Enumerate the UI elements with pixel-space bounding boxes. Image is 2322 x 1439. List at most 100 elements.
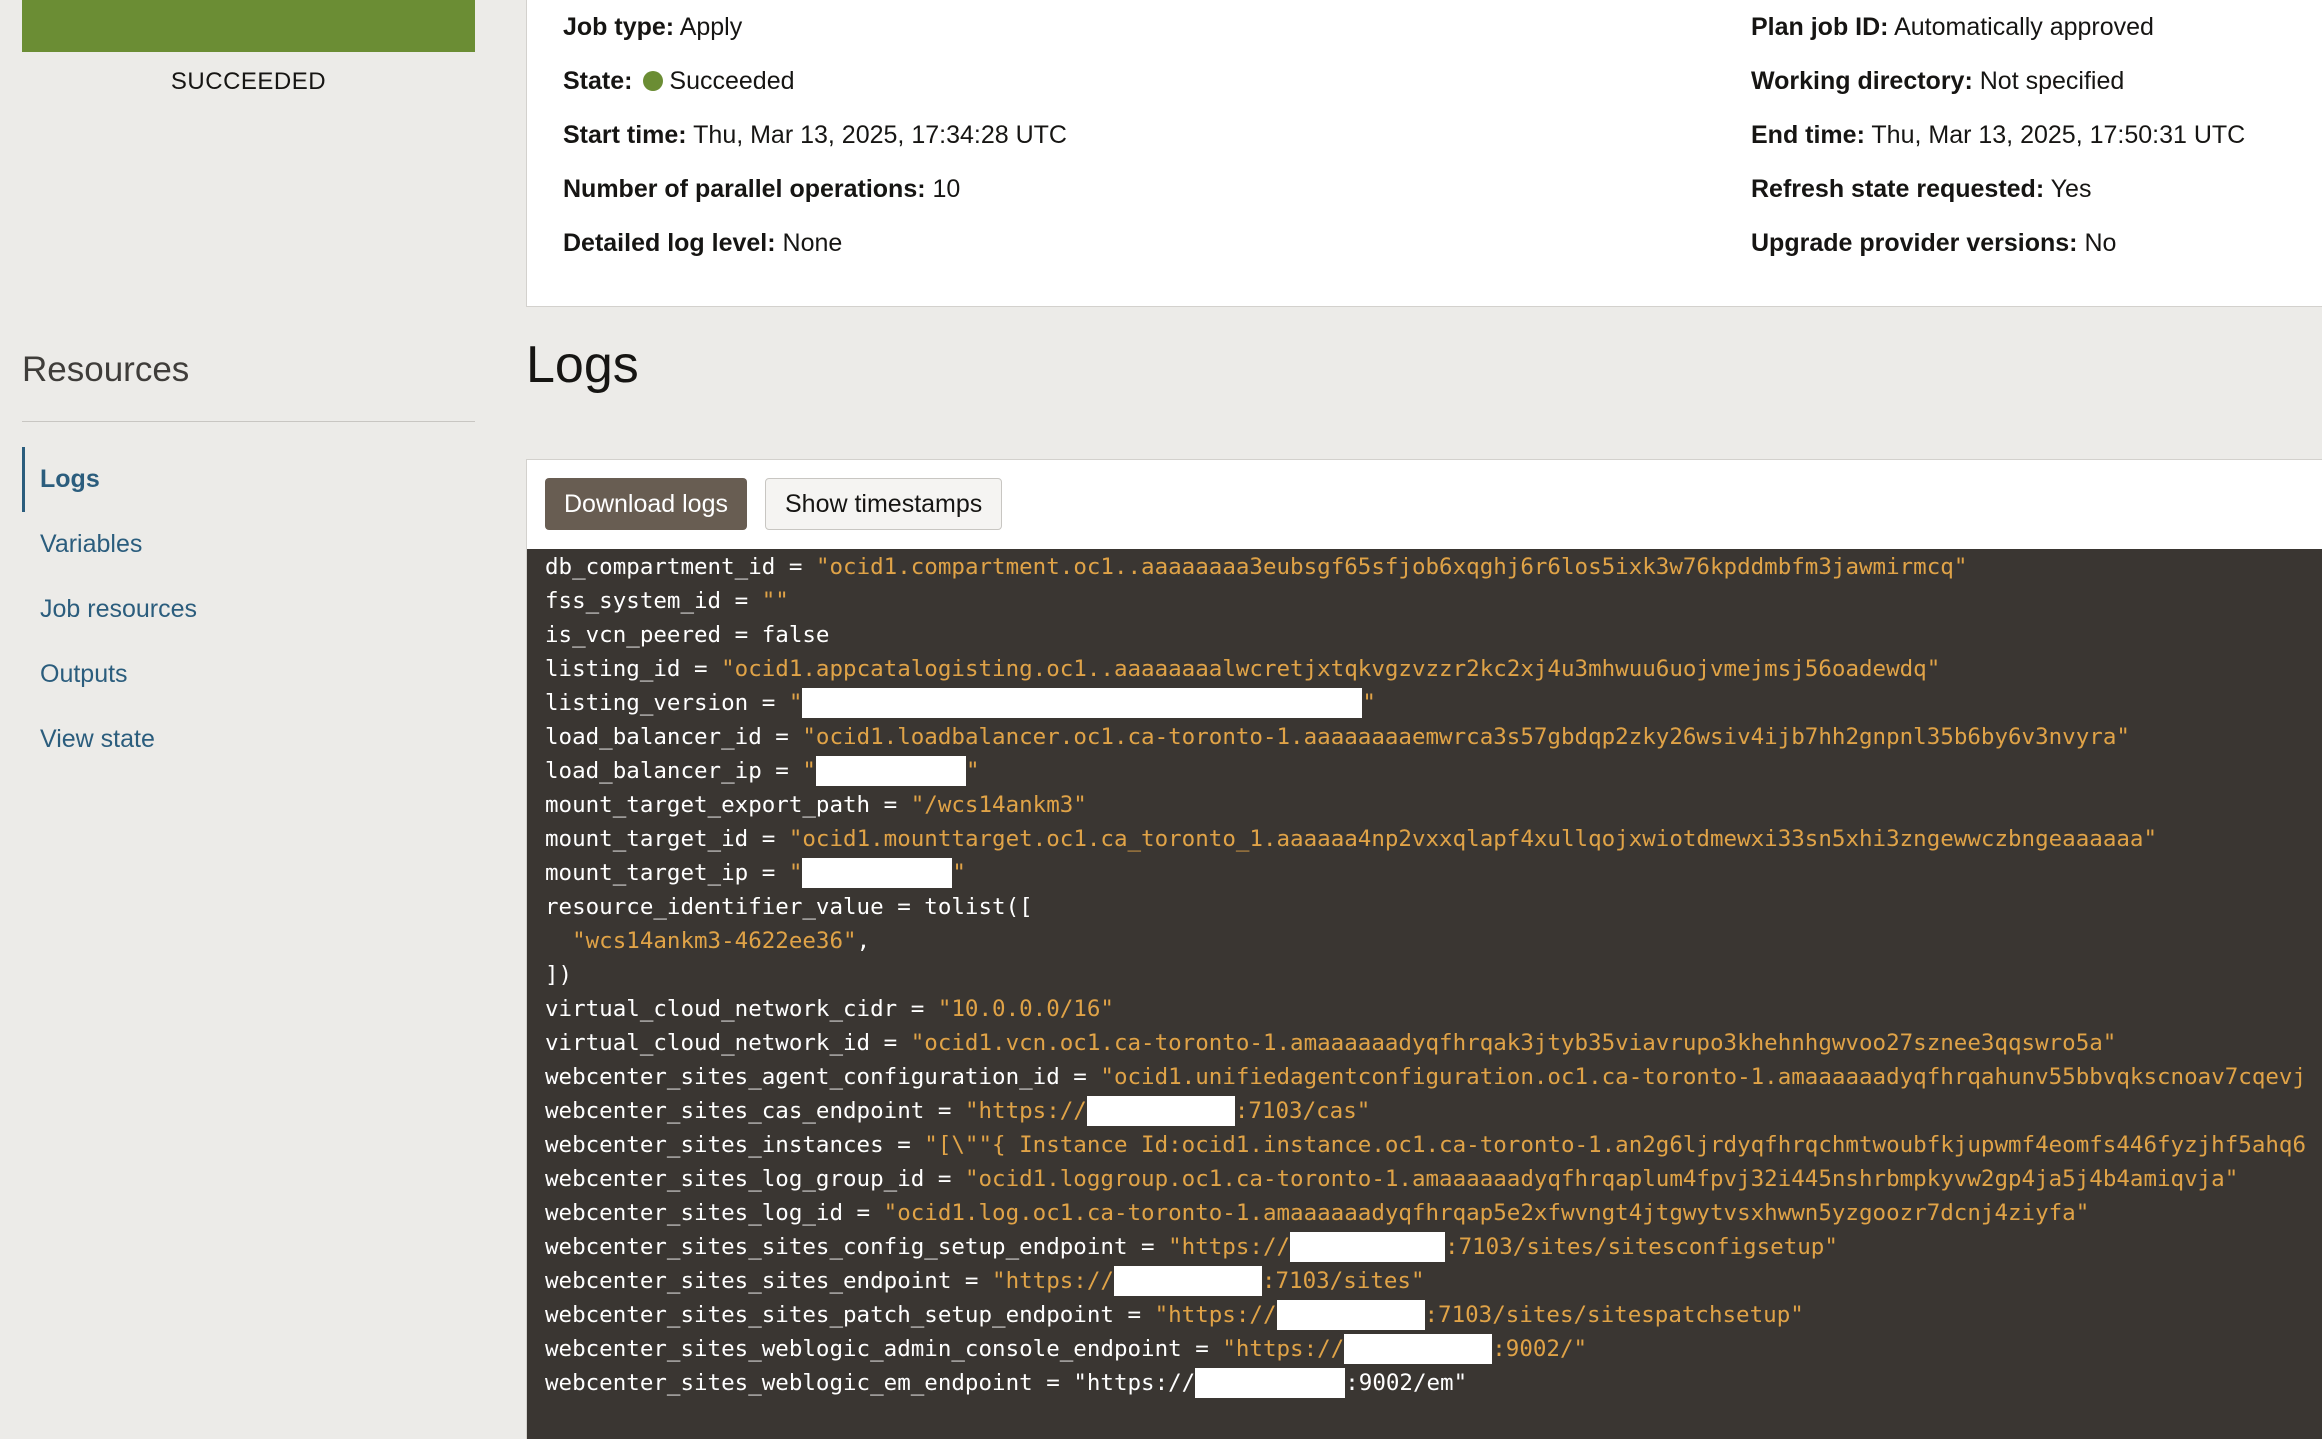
log-line: "wcs14ankm3-4622ee36",	[545, 924, 870, 958]
log-string-value: "wcs14ankm3-4622ee36"	[572, 928, 857, 954]
detail-end-time: End time: Thu, Mar 13, 2025, 17:50:31 UT…	[1751, 121, 2246, 149]
log-string-value: :7103/sites"	[1261, 1268, 1425, 1294]
state-succeeded-icon	[643, 71, 664, 91]
log-string-value: :7103/sites/sitespatchsetup"	[1424, 1302, 1804, 1328]
nav-item-outputs[interactable]: Outputs	[22, 642, 475, 707]
log-key: load_balancer_id =	[545, 724, 803, 750]
log-key: is_vcn_peered = false	[545, 622, 830, 648]
log-line: fss_system_id = ""	[545, 584, 789, 618]
log-key: listing_version =	[545, 690, 789, 716]
logs-heading: Logs	[526, 336, 639, 394]
redacted-value	[802, 858, 953, 888]
log-text: :9002/em"	[1345, 1370, 1468, 1396]
nav-item-job-resources[interactable]: Job resources	[22, 577, 475, 642]
log-string-value: "ocid1.mounttarget.oc1.ca_toronto_1.aaaa…	[788, 826, 2158, 852]
log-line: webcenter_sites_instances = "[\""{ Insta…	[545, 1128, 2306, 1162]
log-key: db_compartment_id =	[545, 554, 816, 580]
log-line: load_balancer_ip = " "	[545, 754, 979, 788]
resources-title: Resources	[22, 350, 190, 389]
logs-panel: Download logs Show timestamps db_compart…	[526, 459, 2322, 1439]
redacted-value	[802, 688, 1363, 718]
log-key: mount_target_ip =	[545, 860, 789, 886]
log-string-value: "10.0.0.0/16"	[937, 996, 1114, 1022]
log-key: webcenter_sites_log_group_id =	[545, 1166, 965, 1192]
log-text: "https://	[1073, 1370, 1196, 1396]
log-string-value: "	[952, 860, 966, 886]
log-string-value: "ocid1.loggroup.oc1.ca-toronto-1.amaaaaa…	[964, 1166, 2239, 1192]
detail-job-type: Job type: Apply	[563, 13, 743, 41]
log-line: db_compartment_id = "ocid1.compartment.o…	[545, 550, 1967, 584]
show-timestamps-button[interactable]: Show timestamps	[765, 478, 1003, 530]
log-string-value: "https://	[1154, 1302, 1277, 1328]
log-string-value: :7103/cas"	[1234, 1098, 1371, 1124]
log-key: webcenter_sites_sites_endpoint =	[545, 1268, 993, 1294]
log-line: resource_identifier_value = tolist([	[545, 890, 1033, 924]
log-string-value: "https://	[1222, 1336, 1345, 1362]
log-string-value: "https://	[992, 1268, 1114, 1294]
redacted-value	[1276, 1300, 1425, 1330]
redacted-value	[1195, 1368, 1346, 1398]
log-line: webcenter_sites_log_group_id = "ocid1.lo…	[545, 1162, 2238, 1196]
log-line: listing_id = "ocid1.appcatalogisting.oc1…	[545, 652, 1940, 686]
log-string-value: "	[788, 860, 803, 886]
log-console[interactable]: db_compartment_id = "ocid1.compartment.o…	[527, 549, 2322, 1439]
log-key: webcenter_sites_sites_config_setup_endpo…	[545, 1234, 1169, 1260]
log-key: listing_id =	[545, 656, 722, 682]
detail-start-time: Start time: Thu, Mar 13, 2025, 17:34:28 …	[563, 121, 1067, 149]
log-string-value: "	[965, 758, 980, 784]
log-key: virtual_cloud_network_id =	[545, 1030, 911, 1056]
nav-item-logs[interactable]: Logs	[22, 447, 475, 512]
log-string-value: "	[1362, 690, 1376, 716]
log-string-value: "ocid1.loadbalancer.oc1.ca-toronto-1.aaa…	[802, 724, 2130, 750]
log-key: virtual_cloud_network_cidr =	[545, 996, 938, 1022]
log-key: webcenter_sites_agent_configuration_id =	[545, 1064, 1101, 1090]
log-line: is_vcn_peered = false	[545, 618, 829, 652]
redacted-value	[1290, 1232, 1446, 1262]
log-string-value: "https://	[964, 1098, 1087, 1124]
log-line: mount_target_ip = " "	[545, 856, 966, 890]
resources-nav: Logs Variables Job resources Outputs Vie…	[22, 447, 475, 772]
log-line: load_balancer_id = "ocid1.loadbalancer.o…	[545, 720, 2130, 754]
log-string-value: "https://	[1168, 1234, 1291, 1260]
detail-plan-job-id: Plan job ID: Automatically approved	[1751, 13, 2154, 41]
detail-state: State: Succeeded	[563, 67, 795, 95]
resources-divider	[22, 421, 475, 422]
log-key: webcenter_sites_cas_endpoint =	[545, 1098, 965, 1124]
detail-working-dir: Working directory: Not specified	[1751, 67, 2125, 95]
log-key: webcenter_sites_weblogic_em_endpoint =	[545, 1370, 1074, 1396]
log-string-value: "ocid1.vcn.oc1.ca-toronto-1.amaaaaaadyqf…	[910, 1030, 2117, 1056]
log-line: webcenter_sites_log_id = "ocid1.log.oc1.…	[545, 1196, 2089, 1230]
log-line: webcenter_sites_weblogic_em_endpoint = "…	[545, 1366, 1467, 1400]
detail-refresh-state: Refresh state requested: Yes	[1751, 175, 2092, 203]
redacted-value	[1344, 1334, 1493, 1364]
log-key: webcenter_sites_instances =	[545, 1132, 925, 1158]
log-key: fss_system_id =	[545, 588, 762, 614]
log-string-value: "[\""{ Instance Id:ocid1.instance.oc1.ca…	[924, 1132, 2307, 1158]
log-string-value: :7103/sites/sitesconfigsetup"	[1445, 1234, 1838, 1260]
nav-item-variables[interactable]: Variables	[22, 512, 475, 577]
log-line: listing_version = " "	[545, 686, 1376, 720]
log-string-value: ""	[761, 588, 789, 614]
log-string-value: "	[788, 690, 803, 716]
log-string-value: "ocid1.unifiedagentconfiguration.oc1.ca-…	[1100, 1064, 2307, 1090]
redacted-value	[815, 756, 966, 786]
log-key: load_balancer_ip =	[545, 758, 803, 784]
log-key: resource_identifier_value = tolist([	[545, 894, 1033, 920]
download-logs-button[interactable]: Download logs	[545, 478, 747, 530]
log-string-value: "ocid1.compartment.oc1..aaaaaaaa3eubsgf6…	[815, 554, 1968, 580]
log-key: webcenter_sites_weblogic_admin_console_e…	[545, 1336, 1223, 1362]
log-text: ,	[856, 928, 871, 954]
log-key: ])	[545, 962, 573, 988]
log-line: mount_target_export_path = "/wcs14ankm3"	[545, 788, 1087, 822]
job-details-panel: Job type: Apply State: Succeeded Start t…	[526, 0, 2322, 307]
nav-item-view-state[interactable]: View state	[22, 707, 475, 772]
log-line: ])	[545, 958, 572, 992]
log-line: webcenter_sites_agent_configuration_id =…	[545, 1060, 2306, 1094]
detail-parallel-ops: Number of parallel operations: 10	[563, 175, 961, 203]
log-line: mount_target_id = "ocid1.mounttarget.oc1…	[545, 822, 2157, 856]
log-string-value: "/wcs14ankm3"	[910, 792, 1087, 818]
job-status-label: SUCCEEDED	[170, 68, 327, 95]
redacted-value	[1086, 1096, 1235, 1126]
log-line: webcenter_sites_cas_endpoint = "https://…	[545, 1094, 1370, 1128]
log-key: webcenter_sites_log_id =	[545, 1200, 884, 1226]
